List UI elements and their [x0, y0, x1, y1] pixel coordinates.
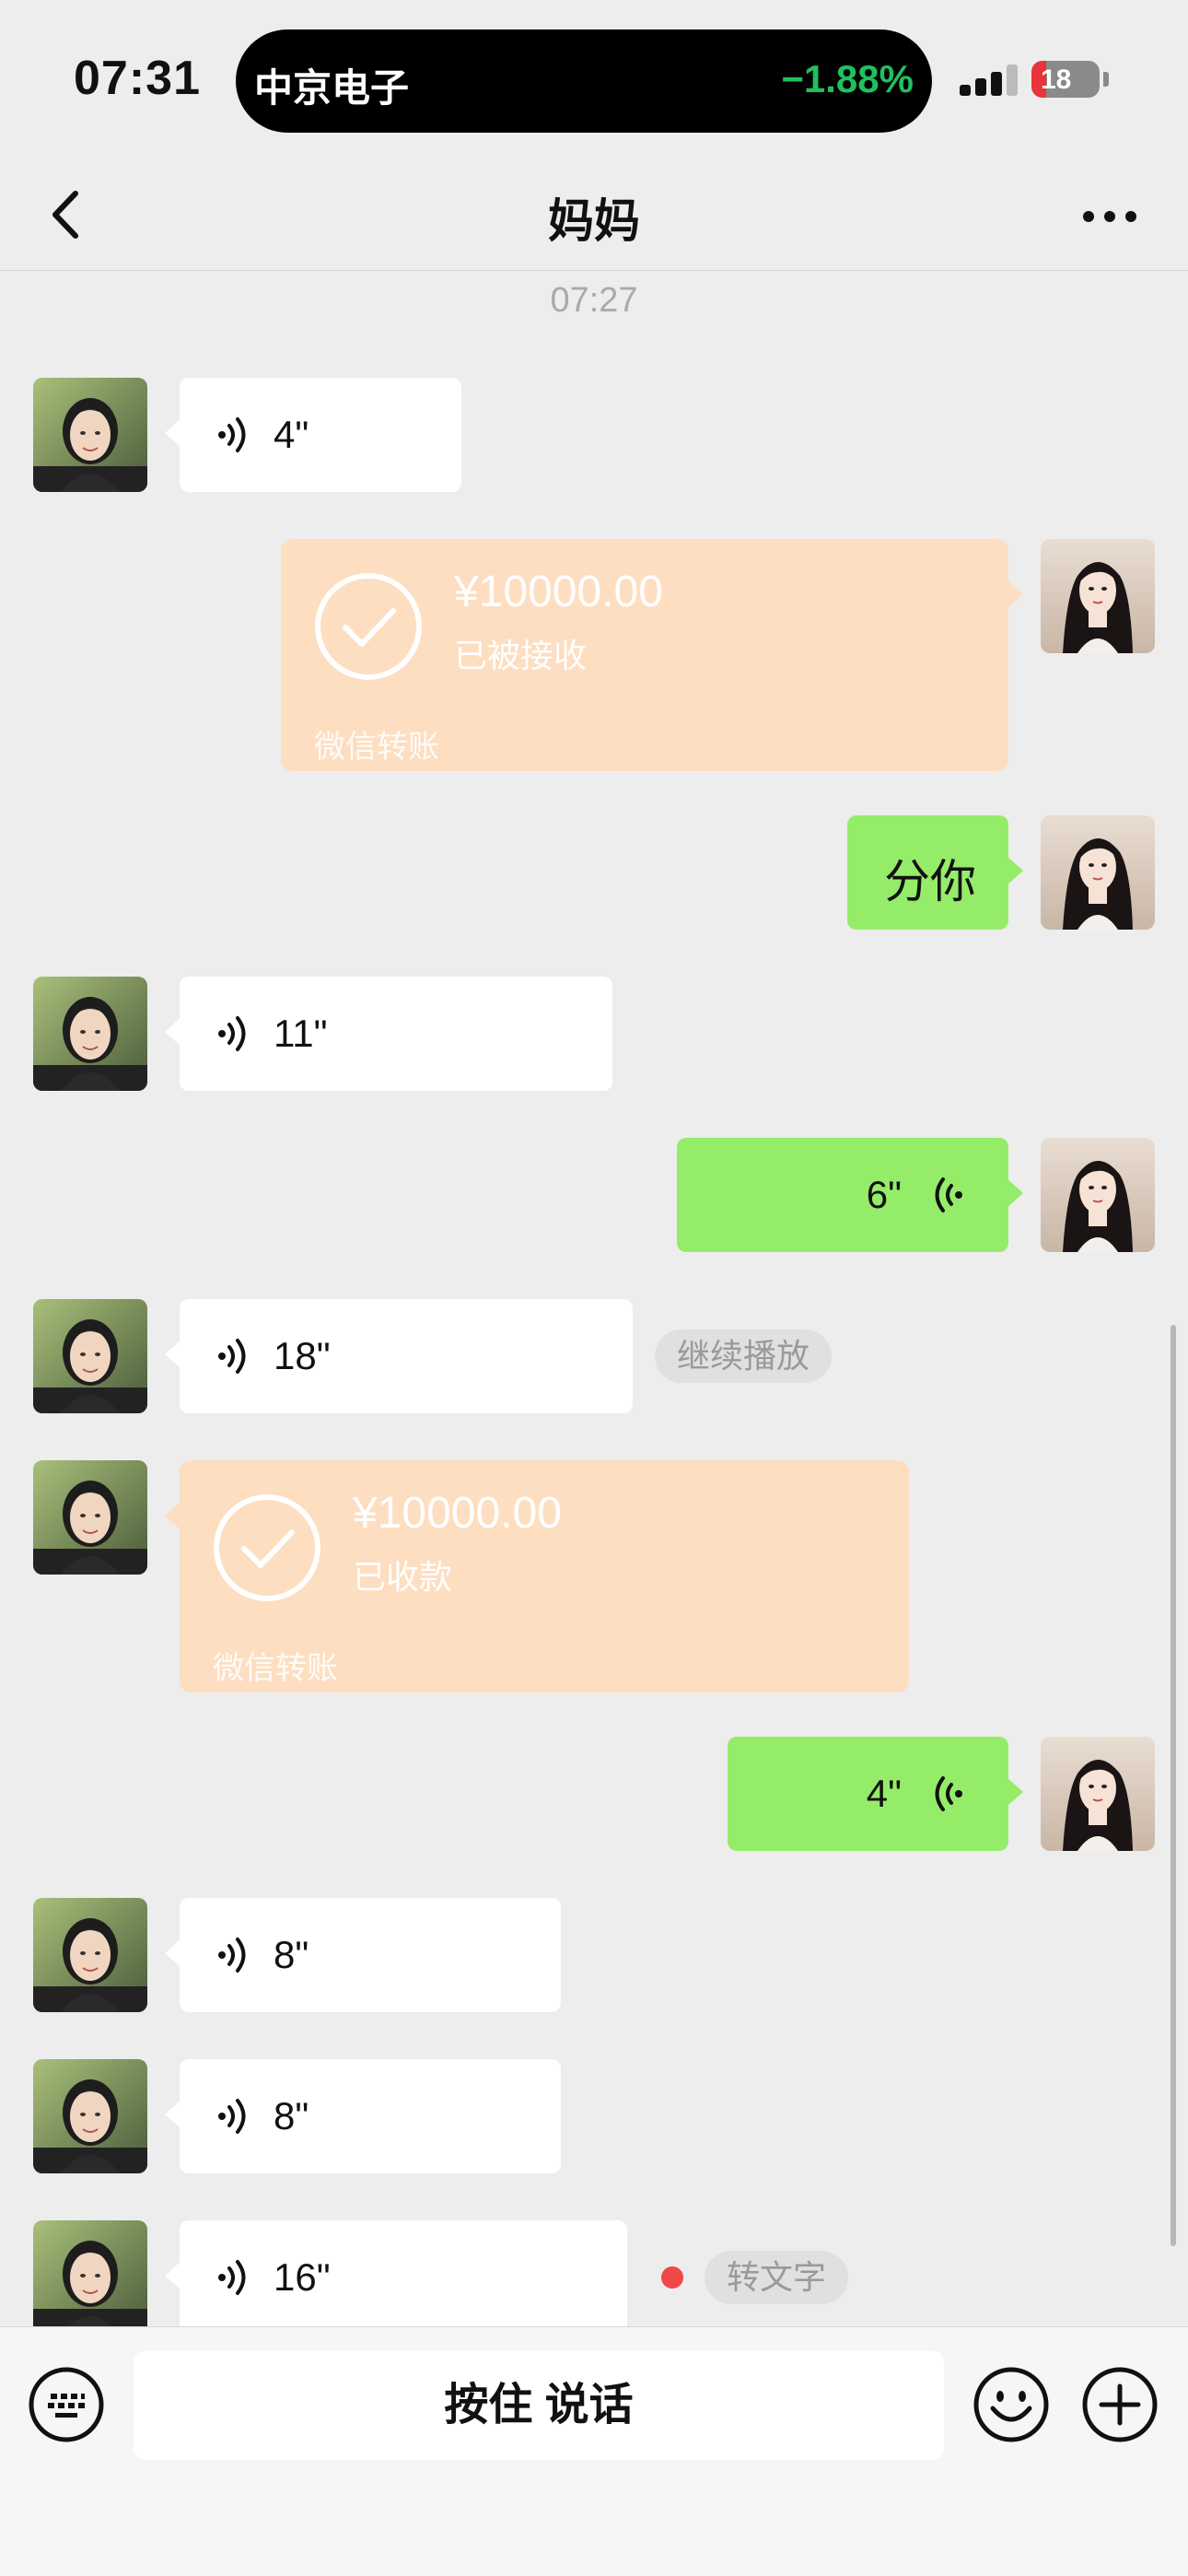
voice-duration: 8": [274, 1933, 309, 1976]
voice-wave-icon: [215, 1935, 255, 1975]
emoji-icon[interactable]: [973, 2366, 1050, 2443]
mom-avatar[interactable]: [33, 2059, 147, 2173]
transfer-status: 已被接收: [454, 637, 588, 674]
text-message[interactable]: 分你: [847, 815, 1023, 930]
voice-message[interactable]: 18": [165, 1299, 633, 1413]
my-avatar[interactable]: [1041, 1737, 1155, 1851]
voice-duration: 8": [274, 2094, 309, 2137]
stock-name: 中京电子: [254, 66, 410, 110]
voice-message[interactable]: 8": [165, 2059, 561, 2173]
check-circle-icon: [213, 1493, 321, 1602]
convert-to-text-button[interactable]: 转文字: [705, 2251, 849, 2304]
voice-duration: 4": [866, 1772, 902, 1815]
transfer-message[interactable]: ¥10000.00 已收款 微信转账: [165, 1460, 909, 1692]
input-bar: 按住 说话: [0, 2326, 1188, 2576]
my-avatar[interactable]: [1041, 815, 1155, 930]
message-text: 分你: [884, 856, 976, 907]
continue-play-button[interactable]: 继续播放: [655, 1329, 833, 1383]
voice-message[interactable]: 6": [677, 1138, 1023, 1252]
scrollbar[interactable]: [1171, 1325, 1176, 2246]
battery-icon: 18: [1031, 61, 1100, 98]
voice-duration: 18": [274, 1334, 331, 1377]
voice-wave-icon: [926, 1774, 966, 1814]
voice-wave-icon: [215, 1336, 255, 1376]
mom-avatar[interactable]: [33, 977, 147, 1091]
status-time: 07:31: [74, 52, 201, 105]
voice-wave-icon: [215, 2096, 255, 2137]
mom-avatar[interactable]: [33, 1898, 147, 2012]
signal-icon: [960, 64, 1019, 96]
dynamic-island[interactable]: 中京电子 −1.88%: [236, 29, 932, 133]
chat-area[interactable]: 07:27 4" ¥10000.00 已被接收 微信转账 分你 11" 6" 1…: [0, 272, 1188, 2326]
hold-to-talk-button[interactable]: 按住 说话: [134, 2351, 944, 2460]
stock-change: −1.88%: [781, 57, 914, 100]
voice-duration: 6": [866, 1173, 902, 1216]
voice-duration: 16": [274, 2255, 331, 2299]
my-avatar[interactable]: [1041, 1138, 1155, 1252]
my-avatar[interactable]: [1041, 539, 1155, 653]
status-bar: 07:31 中京电子 −1.88% 18: [0, 0, 1188, 157]
voice-wave-icon: [926, 1175, 966, 1215]
voice-wave-icon: [215, 415, 255, 455]
voice-duration: 11": [274, 1012, 328, 1055]
unread-dot: [661, 2266, 683, 2289]
nav-bar: 妈妈: [0, 157, 1188, 271]
mom-avatar[interactable]: [33, 1460, 147, 1575]
voice-wave-icon: [215, 2257, 255, 2298]
transfer-label: 微信转账: [213, 1651, 338, 1686]
mom-avatar[interactable]: [33, 2220, 147, 2326]
chat-title: 妈妈: [548, 195, 640, 247]
plus-icon[interactable]: [1081, 2366, 1159, 2443]
voice-duration: 4": [274, 413, 309, 456]
voice-message[interactable]: 11": [165, 977, 612, 1091]
voice-message[interactable]: 8": [165, 1898, 561, 2012]
keyboard-icon[interactable]: [28, 2366, 105, 2443]
voice-message[interactable]: 4": [728, 1737, 1023, 1851]
voice-message[interactable]: 16": [165, 2220, 627, 2326]
more-icon[interactable]: [1068, 184, 1151, 249]
check-circle-icon: [314, 572, 423, 681]
transfer-amount: ¥10000.00: [454, 568, 663, 616]
transfer-message[interactable]: ¥10000.00 已被接收 微信转账: [281, 539, 1023, 771]
voice-wave-icon: [215, 1013, 255, 1054]
transfer-amount: ¥10000.00: [353, 1489, 562, 1538]
chat-timestamp: 07:27: [550, 281, 638, 320]
transfer-label: 微信转账: [314, 730, 439, 765]
mom-avatar[interactable]: [33, 378, 147, 492]
battery-level: 18: [1041, 64, 1072, 95]
mom-avatar[interactable]: [33, 1299, 147, 1413]
voice-message[interactable]: 4": [165, 378, 461, 492]
transfer-status: 已收款: [353, 1558, 453, 1596]
